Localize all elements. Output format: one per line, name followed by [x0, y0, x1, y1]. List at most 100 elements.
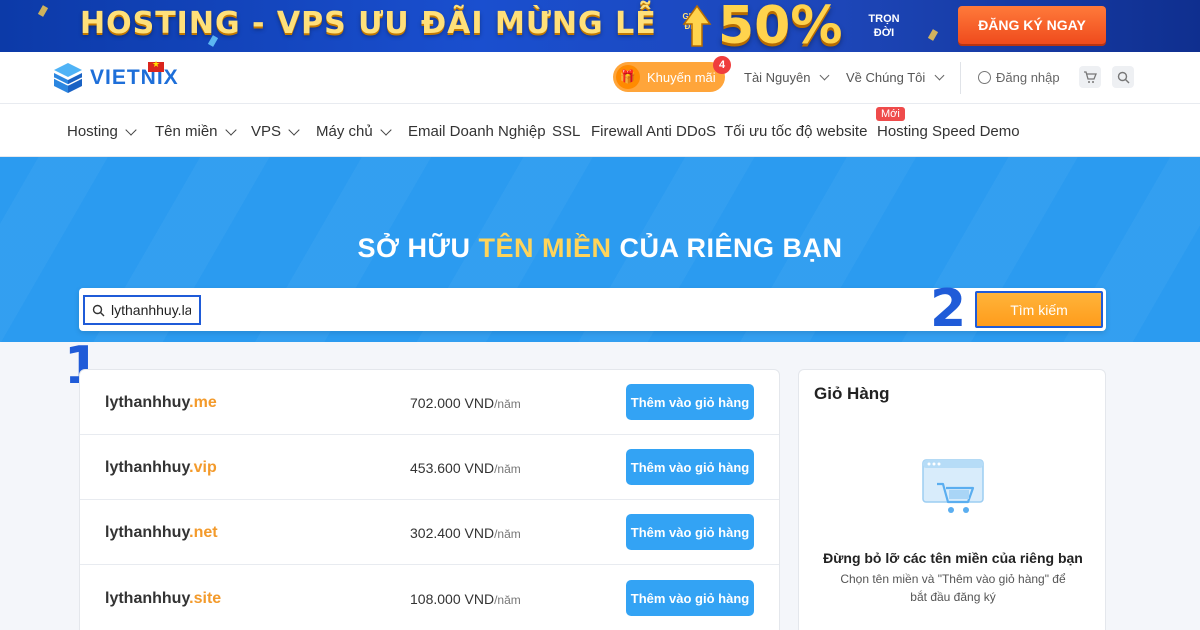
nav-item-domain[interactable]: Tên miền — [155, 123, 237, 140]
nav-item-label: Email Doanh Nghiệp — [408, 123, 546, 140]
cart-empty-hint: Chọn tên miền và "Thêm vào giỏ hàng" để … — [840, 572, 1066, 604]
domain-tld: .net — [189, 524, 218, 541]
search-icon — [1117, 71, 1129, 83]
nav-item-website-speed[interactable]: Tối ưu tốc độ website — [724, 123, 867, 140]
domain-name: lythanhhuy.me — [105, 394, 217, 412]
header-search-button[interactable] — [1112, 66, 1134, 88]
chevron-down-icon — [125, 123, 137, 136]
nav-item-label: SSL — [552, 123, 581, 140]
add-to-cart-button[interactable]: Thêm vào giỏ hàng — [626, 384, 754, 420]
hero-title-post: CỦA RIÊNG BẠN — [611, 233, 843, 263]
list-item: lythanhhuy.me 702.000 VND/năm Thêm vào g… — [80, 370, 779, 435]
nav-item-server[interactable]: Máy chủ — [316, 123, 392, 140]
domain-name: lythanhhuy.net — [105, 524, 218, 542]
annotation-step-2: 2 — [930, 279, 967, 339]
promo-banner[interactable]: HOSTING - VPS ƯU ĐÃI MỪNG LỄ GIẢM ĐẾN 50… — [0, 0, 1200, 52]
vietnam-flag-icon — [148, 59, 164, 72]
nav-item-label: Hosting — [67, 123, 118, 140]
banner-discount: 50% — [718, 0, 843, 52]
logo-text: VIETNIX — [90, 66, 179, 89]
cart-button[interactable] — [1079, 66, 1101, 88]
domain-base: lythanhhuy — [105, 394, 190, 411]
promotions-label: Khuyến mãi — [647, 69, 716, 85]
domain-base: lythanhhuy — [105, 524, 190, 541]
price-unit: /năm — [494, 397, 521, 411]
main-navigation: Hosting Tên miền VPS Máy chủ Email Doanh… — [0, 104, 1200, 157]
confetti-decoration — [927, 29, 939, 41]
domain-price: 302.400 VND/năm — [410, 525, 521, 541]
price-unit: /năm — [494, 527, 521, 541]
search-field-highlight[interactable] — [83, 295, 201, 325]
login-label: Đăng nhập — [996, 70, 1060, 85]
nav-item-hosting[interactable]: Hosting — [67, 123, 137, 140]
about-label: Về Chúng Tôi — [846, 70, 926, 85]
cart-title: Giỏ Hàng — [814, 384, 890, 403]
resources-label: Tài Nguyên — [744, 70, 811, 85]
nav-item-vps[interactable]: VPS — [251, 123, 300, 140]
chevron-down-icon — [934, 70, 945, 81]
list-item: lythanhhuy.site 108.000 VND/năm Thêm vào… — [80, 566, 779, 630]
price-value: 108.000 VND — [410, 591, 495, 607]
domain-name: lythanhhuy.vip — [105, 459, 217, 477]
price-unit: /năm — [494, 593, 521, 607]
price-value: 302.400 VND — [410, 525, 495, 541]
hero-title-highlight: TÊN MIỀN — [478, 233, 612, 263]
nav-item-hosting-speed-demo[interactable]: Hosting Speed Demo — [877, 123, 1020, 140]
gift-icon: 🎁 — [616, 65, 640, 89]
add-to-cart-button[interactable]: Thêm vào giỏ hàng — [626, 514, 754, 550]
list-item: lythanhhuy.net 302.400 VND/năm Thêm vào … — [80, 500, 779, 565]
nav-item-firewall[interactable]: Firewall Anti DDoS — [591, 123, 716, 140]
vietnix-logo[interactable]: VIETNIX — [52, 59, 182, 96]
domain-tld: .site — [189, 590, 222, 607]
user-icon — [978, 71, 991, 84]
price-unit: /năm — [494, 462, 521, 476]
about-menu[interactable]: Về Chúng Tôi — [846, 70, 945, 85]
domain-name: lythanhhuy.site — [105, 590, 221, 608]
nav-item-business-email[interactable]: Email Doanh Nghiệp — [408, 123, 546, 140]
hero-title-pre: SỞ HỮU — [357, 233, 479, 263]
domain-price: 453.600 VND/năm — [410, 460, 521, 476]
login-link[interactable]: Đăng nhập — [978, 70, 1060, 85]
top-header: VIETNIX 🎁 Khuyến mãi 4 Tài Nguyên Về Chú… — [0, 52, 1200, 104]
search-icon — [92, 304, 105, 316]
banner-discount-note: TRỌN ĐỜI — [868, 13, 900, 39]
promotions-count-badge: 4 — [713, 56, 731, 74]
price-value: 702.000 VND — [410, 395, 495, 411]
chevron-down-icon — [224, 123, 237, 136]
nav-item-label: VPS — [251, 123, 282, 140]
cart-empty-title: Đừng bỏ lỡ các tên miền của riêng bạn — [823, 550, 1083, 566]
search-button[interactable]: Tìm kiếm — [975, 291, 1103, 328]
nav-item-label: Hosting Speed Demo — [877, 123, 1020, 140]
domain-tld: .me — [189, 394, 217, 411]
nav-item-label: Tối ưu tốc độ website — [724, 123, 868, 140]
domain-price: 702.000 VND/năm — [410, 395, 521, 411]
promotions-button[interactable]: 🎁 Khuyến mãi 4 — [613, 56, 731, 92]
cart-panel: Giỏ Hàng Đừng bỏ lỡ các tên miền của riê… — [798, 369, 1106, 630]
nav-item-label: Tên miền — [155, 123, 218, 140]
domain-base: lythanhhuy — [105, 590, 190, 607]
domain-price: 108.000 VND/năm — [410, 591, 521, 607]
domain-tld: .vip — [189, 459, 217, 476]
nav-item-label: Máy chủ — [316, 123, 373, 140]
confetti-decoration — [37, 5, 49, 17]
chevron-down-icon — [820, 70, 830, 81]
logo-cube-icon — [53, 63, 83, 93]
hero-title: SỞ HỮU TÊN MIỀN CỦA RIÊNG BẠN — [0, 233, 1200, 264]
nav-item-ssl[interactable]: SSL — [552, 123, 580, 140]
nav-item-label: Firewall Anti DDoS — [591, 123, 717, 140]
domain-search-input[interactable] — [111, 302, 191, 318]
add-to-cart-button[interactable]: Thêm vào giỏ hàng — [626, 449, 754, 485]
arrow-up-icon — [682, 4, 712, 47]
chevron-down-icon — [380, 123, 392, 136]
add-to-cart-button[interactable]: Thêm vào giỏ hàng — [626, 580, 754, 616]
new-badge: Mới — [876, 107, 905, 121]
cart-icon — [1084, 71, 1097, 83]
resources-menu[interactable]: Tài Nguyên — [744, 70, 830, 85]
empty-cart-icon — [922, 459, 984, 513]
register-now-button[interactable]: ĐĂNG KÝ NGAY — [958, 6, 1106, 44]
price-value: 453.600 VND — [410, 460, 495, 476]
header-divider — [960, 62, 961, 94]
domain-base: lythanhhuy — [105, 459, 190, 476]
chevron-down-icon — [288, 123, 300, 136]
domain-results-list: lythanhhuy.me 702.000 VND/năm Thêm vào g… — [79, 369, 780, 630]
